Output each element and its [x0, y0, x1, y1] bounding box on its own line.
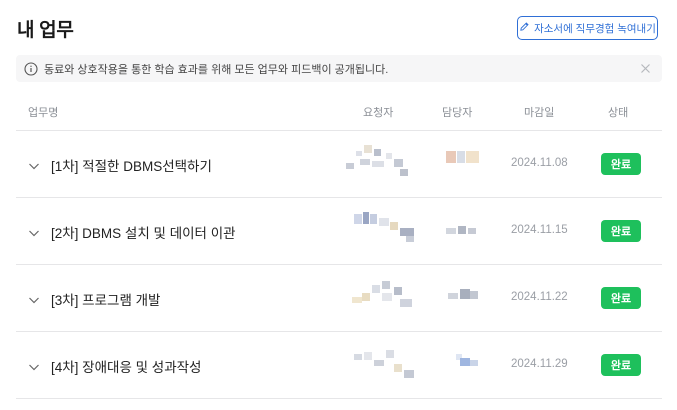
- info-icon: [24, 61, 38, 76]
- due-date: 2024.11.08: [511, 157, 568, 169]
- task-name: [1차] 적절한 DBMS선택하기: [51, 159, 212, 174]
- status-badge: 완료: [601, 220, 641, 242]
- requester-avatar-blurred: [354, 212, 418, 242]
- chevron-down-icon[interactable]: [28, 360, 40, 372]
- record-experience-button[interactable]: 자소서에 직무경험 녹여내기: [517, 16, 658, 40]
- status-badge: 완료: [601, 287, 641, 309]
- status-badge: 완료: [601, 354, 641, 376]
- task-row[interactable]: [4차] 장애대응 및 성과작성 2024.11.29 완료: [16, 332, 662, 399]
- task-row[interactable]: [1차] 적절한 DBMS선택하기 2024.11.08 완료: [16, 131, 662, 198]
- due-date: 2024.11.22: [511, 291, 568, 303]
- column-header-name: 업무명: [28, 107, 59, 119]
- page-title: 내 업무: [17, 20, 74, 41]
- notice-text: 동료와 상호작용을 통한 학습 효과를 위해 모든 업무와 피드백이 공개됩니다…: [44, 63, 389, 76]
- requester-avatar-blurred: [346, 145, 416, 179]
- task-row[interactable]: [3차] 프로그램 개발 2024.11.22 완료: [16, 265, 662, 332]
- assignee-avatar-blurred: [456, 354, 480, 368]
- column-header-status: 상태: [608, 107, 629, 119]
- table-header: 업무명 요청자 담당자 마감일 상태: [16, 95, 662, 131]
- chevron-down-icon[interactable]: [28, 159, 40, 171]
- record-button-label: 자소서에 직무경험 녹여내기: [534, 22, 656, 35]
- status-badge: 완료: [601, 153, 641, 175]
- assignee-avatar-blurred: [448, 289, 480, 301]
- column-header-requester: 요청자: [363, 107, 394, 119]
- due-date: 2024.11.15: [511, 224, 568, 236]
- requester-avatar-blurred: [354, 350, 416, 380]
- requester-avatar-blurred: [352, 281, 416, 311]
- chevron-down-icon[interactable]: [28, 293, 40, 305]
- column-header-due-date: 마감일: [524, 107, 555, 119]
- pencil-icon: [519, 21, 530, 35]
- column-header-assignee: 담당자: [442, 107, 473, 119]
- close-icon[interactable]: [639, 62, 652, 75]
- task-row[interactable]: [2차] DBMS 설치 및 데이터 이관 2024.11.15 완료: [16, 198, 662, 265]
- task-name: [3차] 프로그램 개발: [51, 293, 161, 308]
- chevron-down-icon[interactable]: [28, 226, 40, 238]
- assignee-avatar-blurred: [446, 226, 478, 236]
- assignee-avatar-blurred: [446, 151, 482, 163]
- task-name: [4차] 장애대응 및 성과작성: [51, 360, 202, 375]
- task-name: [2차] DBMS 설치 및 데이터 이관: [51, 226, 236, 241]
- notice-banner: 동료와 상호작용을 통한 학습 효과를 위해 모든 업무와 피드백이 공개됩니다…: [16, 55, 662, 82]
- due-date: 2024.11.29: [511, 358, 568, 370]
